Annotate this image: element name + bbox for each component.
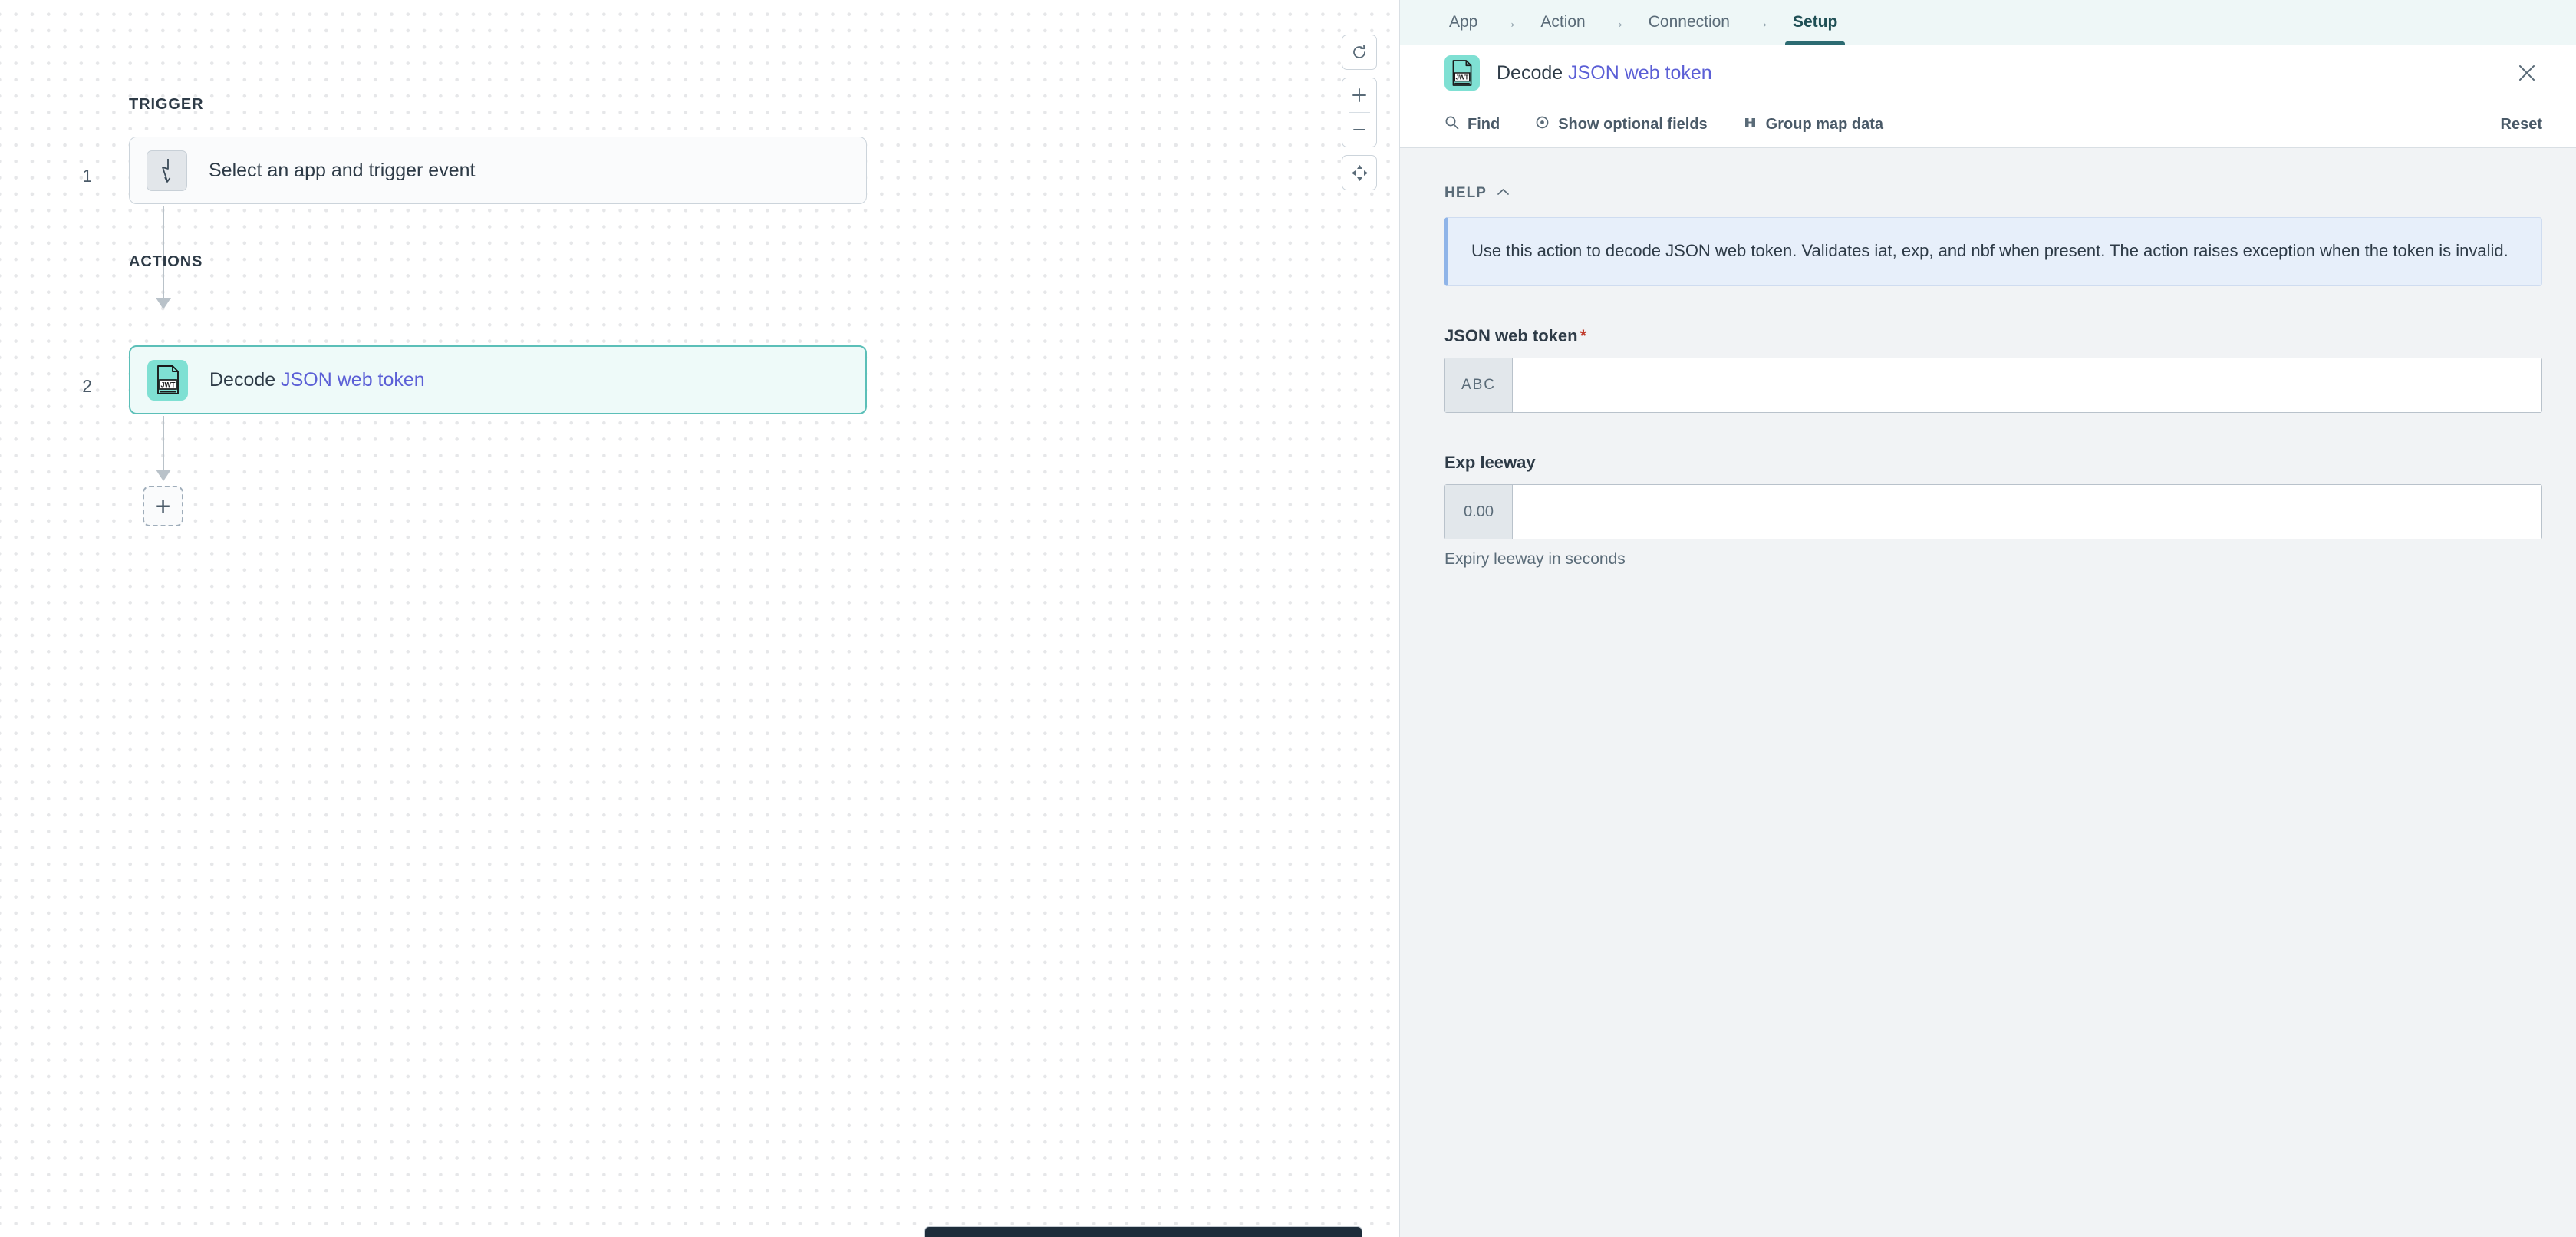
page-title-accent: JSON web token <box>1568 61 1712 84</box>
close-icon[interactable] <box>2512 58 2542 88</box>
jwt-icon: JWT <box>1444 55 1480 91</box>
type-prefix-abc: ABC <box>1445 358 1513 413</box>
svg-text:JWT: JWT <box>160 381 176 389</box>
field-json-web-token: JSON web token * ABC <box>1444 326 2542 414</box>
chevron-up-icon <box>1497 186 1510 200</box>
help-label: HELP <box>1444 185 1487 201</box>
exp-leeway-input-row[interactable]: 0.00 <box>1444 484 2542 540</box>
trigger-section-label: TRIGGER <box>129 96 204 113</box>
tab-action[interactable]: Action <box>1537 0 1588 45</box>
workflow-editor: TRIGGER 1 Select an app and trigger even… <box>0 0 2576 1237</box>
field-label-text: Exp leeway <box>1444 453 1536 473</box>
action-node-label-prefix: Decode <box>209 368 282 391</box>
refresh-icon <box>1342 35 1377 69</box>
canvas-controls <box>1342 35 1377 191</box>
trigger-bolt-icon <box>147 150 187 191</box>
zoom-controls <box>1342 78 1377 148</box>
plus-icon: + <box>155 491 171 521</box>
search-icon <box>1444 115 1459 134</box>
add-step-button[interactable]: + <box>143 486 183 526</box>
flow-canvas[interactable]: TRIGGER 1 Select an app and trigger even… <box>0 0 1399 1237</box>
action-node-label: Decode JSON web token <box>209 369 425 391</box>
json-web-token-input-row[interactable]: ABC <box>1444 358 2542 414</box>
action-node-jwt[interactable]: JWT Decode JSON web token <box>129 345 867 414</box>
panel-body: HELP Use this action to decode JSON web … <box>1400 148 2576 1237</box>
svg-text:JWT: JWT <box>1456 74 1469 81</box>
field-label-text: JSON web token <box>1444 326 1578 346</box>
panel-header: JWT Decode JSON web token <box>1400 45 2576 101</box>
group-map-data-label: Group map data <box>1765 115 1884 133</box>
jwt-icon: JWT <box>147 359 188 401</box>
json-web-token-input[interactable] <box>1513 358 2541 413</box>
reset-button[interactable]: Reset <box>2501 116 2542 134</box>
exp-leeway-hint: Expiry leeway in seconds <box>1444 550 1626 569</box>
tab-arrow-2: → <box>1608 12 1626 31</box>
type-prefix-number: 0.00 <box>1445 485 1513 539</box>
connector-arrow-1 <box>156 298 171 309</box>
step-number-2: 2 <box>82 376 92 396</box>
reset-view-button[interactable] <box>1342 35 1377 70</box>
panel-breadcrumb-tabs: App → Action → Connection → Setup <box>1400 0 2576 45</box>
toast-notification <box>924 1226 1362 1237</box>
show-optional-fields-button[interactable]: Show optional fields <box>1535 115 1708 134</box>
group-bars-icon <box>1743 115 1757 134</box>
trigger-node[interactable]: Select an app and trigger event <box>129 137 867 204</box>
fit-to-screen-button[interactable] <box>1342 155 1377 191</box>
find-label: Find <box>1468 115 1500 133</box>
connector-line-1 <box>163 206 165 299</box>
group-map-data-button[interactable]: Group map data <box>1743 115 1883 134</box>
required-marker: * <box>1580 326 1587 346</box>
page-title: Decode JSON web token <box>1497 62 1712 84</box>
tab-app[interactable]: App <box>1446 0 1481 45</box>
page-title-prefix: Decode <box>1497 61 1569 84</box>
tab-setup[interactable]: Setup <box>1784 0 1846 45</box>
zoom-out-button[interactable] <box>1342 113 1377 147</box>
zoom-in-button[interactable] <box>1342 78 1377 112</box>
tab-connection[interactable]: Connection <box>1645 0 1733 45</box>
connector-line-2 <box>163 416 165 471</box>
panel-toolbar: Find Show optional fields Group map data… <box>1400 101 2576 148</box>
find-button[interactable]: Find <box>1444 115 1500 134</box>
action-node-label-accent: JSON web token <box>281 368 425 391</box>
setup-panel: App → Action → Connection → Setup JWT De… <box>1399 0 2576 1237</box>
eye-icon <box>1535 115 1550 134</box>
field-label: JSON web token * <box>1444 326 2542 346</box>
help-section-header[interactable]: HELP <box>1444 185 2542 202</box>
tab-arrow-3: → <box>1753 12 1770 31</box>
trigger-node-label: Select an app and trigger event <box>209 159 476 181</box>
step-number-1: 1 <box>82 166 92 186</box>
actions-section-label: ACTIONS <box>129 253 203 270</box>
fit-arrows-icon <box>1342 156 1377 190</box>
exp-leeway-input[interactable] <box>1513 485 2541 539</box>
connector-arrow-2 <box>156 470 171 481</box>
show-optional-fields-label: Show optional fields <box>1558 115 1708 133</box>
field-exp-leeway: Exp leeway 0.00 Expiry leeway in seconds <box>1444 453 2542 569</box>
field-label: Exp leeway <box>1444 453 2542 473</box>
help-text: Use this action to decode JSON web token… <box>1444 217 2542 287</box>
tab-arrow-1: → <box>1500 12 1518 31</box>
